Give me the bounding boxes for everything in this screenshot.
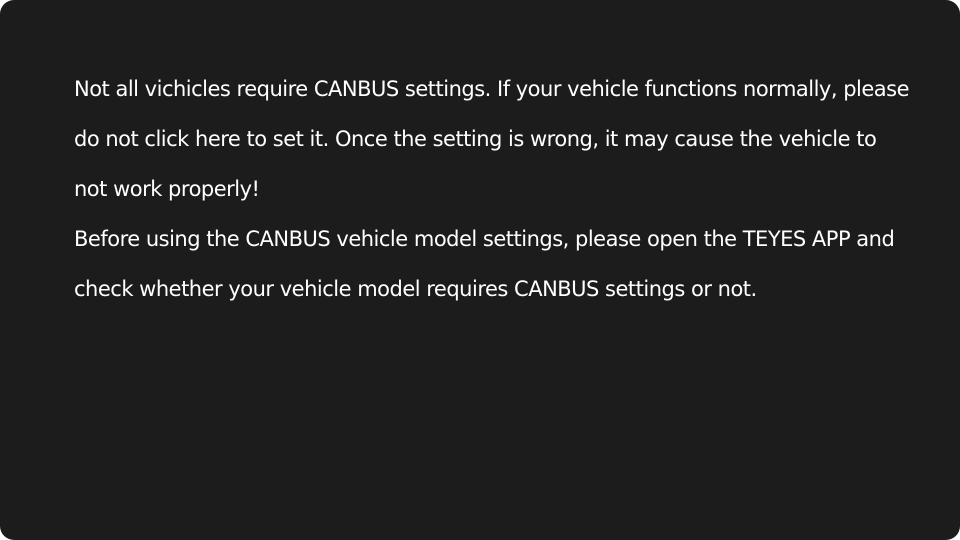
- canbus-notice-dialog: Not all vichicles require CANBUS setting…: [0, 0, 960, 540]
- notice-text-block: Not all vichicles require CANBUS setting…: [74, 64, 914, 314]
- instruction-paragraph: Before using the CANBUS vehicle model se…: [74, 227, 895, 301]
- warning-paragraph: Not all vichicles require CANBUS setting…: [74, 77, 910, 201]
